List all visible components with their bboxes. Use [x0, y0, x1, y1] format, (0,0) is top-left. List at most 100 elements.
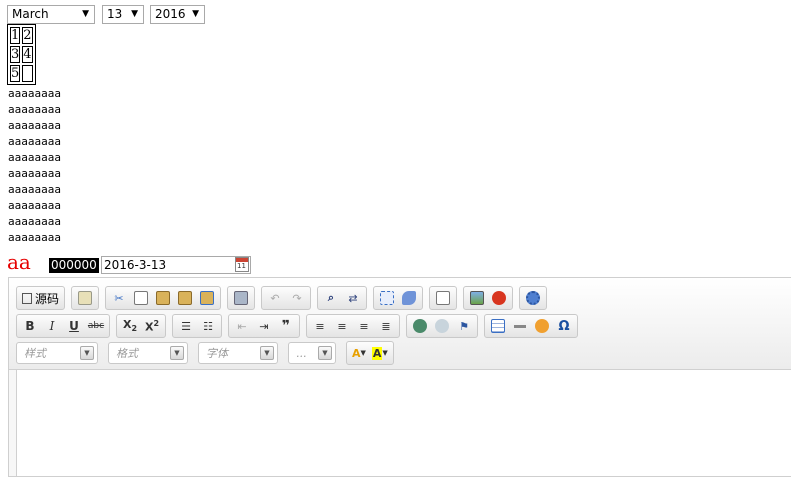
- toolbar-group-media: [463, 286, 514, 310]
- print-button[interactable]: [230, 288, 252, 308]
- underline-button[interactable]: U: [63, 316, 85, 336]
- list-item: aaaaaaaa: [8, 103, 61, 116]
- image-button[interactable]: [466, 288, 488, 308]
- flag-icon: ⚑: [459, 319, 469, 333]
- align-left-icon: ≡: [315, 319, 325, 333]
- select-all-button[interactable]: [376, 288, 398, 308]
- flash-button[interactable]: [488, 288, 510, 308]
- find-button[interactable]: ⌕: [320, 288, 342, 308]
- replace-icon: ⇄: [348, 291, 358, 305]
- outdent-button[interactable]: ⇤: [231, 316, 253, 336]
- table-button[interactable]: [487, 316, 509, 336]
- editor-toolbar: 源码 ✂ ↶ ↷ ⌕ ⇄ B I U abc X2 X2 ☰ ☷ ⇤ ⇥ ❞ ≡…: [9, 278, 791, 370]
- paste-icon: [156, 291, 171, 305]
- align-center-icon: ≡: [337, 319, 347, 333]
- quote-icon: ❞: [281, 318, 291, 334]
- toolbar-group-preview: [429, 286, 458, 310]
- outdent-icon: ⇤: [237, 319, 247, 333]
- style-combo[interactable]: 样式 ▼: [16, 342, 98, 364]
- numbered-list-button[interactable]: ☰: [175, 316, 197, 336]
- eraser-icon: [402, 291, 417, 305]
- gear-icon: [526, 291, 541, 305]
- select-all-icon: [380, 291, 395, 305]
- editor-content-area[interactable]: [16, 370, 791, 476]
- year-select[interactable]: 2016 ▼: [150, 5, 205, 24]
- subscript-button[interactable]: X2: [119, 316, 141, 336]
- table-row: 3 4: [10, 46, 33, 63]
- paste-text-button[interactable]: [174, 288, 196, 308]
- table-cell: 5: [10, 65, 21, 82]
- day-select-value: 13: [107, 7, 123, 21]
- anchor-button[interactable]: ⚑: [453, 316, 475, 336]
- align-left-button[interactable]: ≡: [309, 316, 331, 336]
- chevron-down-icon: ▼: [260, 346, 274, 360]
- paste-word-icon: [200, 291, 215, 305]
- strike-button[interactable]: abc: [85, 316, 107, 336]
- special-char-button[interactable]: Ω: [553, 316, 575, 336]
- format-combo[interactable]: 格式 ▼: [108, 342, 188, 364]
- align-center-button[interactable]: ≡: [331, 316, 353, 336]
- about-button[interactable]: [522, 288, 544, 308]
- toolbar-group-find: ⌕ ⇄: [317, 286, 368, 310]
- paste-button[interactable]: [152, 288, 174, 308]
- link-icon: [413, 319, 427, 333]
- template-button[interactable]: [74, 288, 96, 308]
- align-right-button[interactable]: ≡: [353, 316, 375, 336]
- table-cell: 1: [10, 27, 21, 44]
- chevron-down-icon: ▼: [131, 9, 138, 19]
- copy-button[interactable]: [130, 288, 152, 308]
- justify-button[interactable]: ≣: [375, 316, 397, 336]
- redo-icon: ↷: [292, 291, 302, 305]
- toolbar-group-select: [373, 286, 424, 310]
- horizontal-rule-button[interactable]: [509, 316, 531, 336]
- redo-button[interactable]: ↷: [286, 288, 308, 308]
- list-item: aaaaaaaa: [8, 183, 61, 196]
- unlink-button[interactable]: [431, 316, 453, 336]
- size-combo[interactable]: ... ▼: [288, 342, 336, 364]
- bulleted-list-button[interactable]: ☷: [197, 316, 219, 336]
- indent-button[interactable]: ⇥: [253, 316, 275, 336]
- chevron-down-icon: ▼: [82, 9, 89, 19]
- italic-button[interactable]: I: [41, 316, 63, 336]
- undo-button[interactable]: ↶: [264, 288, 286, 308]
- toolbar-group-doc: [71, 286, 100, 310]
- table-row: 1 2: [10, 27, 33, 44]
- superscript-button[interactable]: X2: [141, 316, 163, 336]
- toolbar-group-links: ⚑: [406, 314, 478, 338]
- date-input[interactable]: 2016-3-13: [101, 256, 251, 274]
- list-item: aaaaaaaa: [8, 151, 61, 164]
- text-color-button[interactable]: A ▼: [349, 343, 369, 363]
- year-select-value: 2016: [155, 7, 186, 21]
- numbered-list-icon: ☰: [181, 319, 191, 333]
- toolbar-group-source: 源码: [16, 286, 66, 310]
- table-row: 5: [10, 65, 33, 82]
- remove-format-button[interactable]: [398, 288, 420, 308]
- font-combo[interactable]: 字体 ▼: [198, 342, 278, 364]
- smiley-icon: [535, 319, 549, 333]
- replace-button[interactable]: ⇄: [342, 288, 364, 308]
- calendar-icon[interactable]: 11: [235, 257, 249, 272]
- cut-button[interactable]: ✂: [108, 288, 130, 308]
- table-icon: [491, 319, 505, 333]
- toolbar-group-align: ≡ ≡ ≡ ≣: [306, 314, 400, 338]
- chevron-down-icon: ▼: [360, 349, 366, 357]
- month-select[interactable]: March ▼: [7, 5, 95, 24]
- toolbar-group-clipboard: ✂: [105, 286, 222, 310]
- bg-color-button[interactable]: A ▼: [369, 343, 391, 363]
- toolbar-group-colors: A ▼ A ▼: [346, 341, 394, 365]
- color-code-label: 000000: [49, 258, 99, 273]
- source-button[interactable]: 源码: [19, 288, 62, 308]
- toolbar-group-about: [519, 286, 548, 310]
- list-item: aaaaaaaa: [8, 215, 61, 228]
- smiley-button[interactable]: [531, 316, 553, 336]
- text-color-icon: A: [352, 346, 361, 360]
- paste-word-button[interactable]: [196, 288, 218, 308]
- link-button[interactable]: [409, 316, 431, 336]
- blockquote-button[interactable]: ❞: [275, 316, 297, 336]
- day-select[interactable]: 13 ▼: [102, 5, 144, 24]
- bold-button[interactable]: B: [19, 316, 41, 336]
- underline-icon: U: [69, 319, 79, 333]
- italic-icon: I: [49, 319, 55, 333]
- preview-button[interactable]: [432, 288, 454, 308]
- source-label: 源码: [35, 291, 60, 306]
